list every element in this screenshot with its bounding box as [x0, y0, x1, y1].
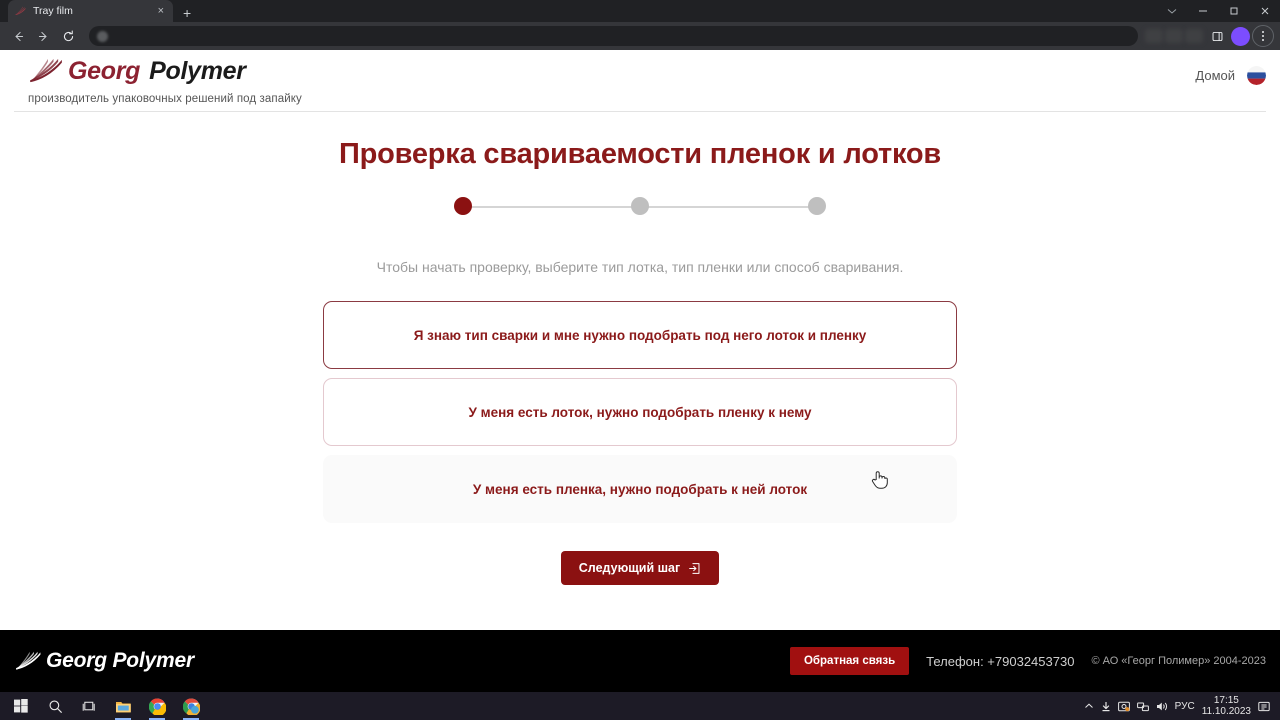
tray-download-icon[interactable]: [1101, 701, 1111, 712]
chrome-icon[interactable]: [140, 692, 174, 720]
tray-volume-icon[interactable]: [1156, 701, 1168, 712]
browser-toolbar: [0, 22, 1280, 50]
option-card-label: У меня есть лоток, нужно подобрать пленк…: [468, 404, 812, 420]
profile-avatar[interactable]: [1231, 26, 1250, 46]
feedback-button[interactable]: Обратная связь: [789, 647, 910, 675]
close-button[interactable]: [1249, 0, 1280, 22]
main-content: Проверка свариваемости пленок и лотков Ч…: [0, 112, 1280, 585]
nav-link-home[interactable]: Домой: [1195, 68, 1235, 83]
toolbar-right-actions: [1145, 24, 1274, 48]
minimize-button[interactable]: [1187, 0, 1218, 22]
forward-arrow-icon[interactable]: [31, 24, 55, 48]
tab-close-icon[interactable]: ×: [155, 5, 167, 18]
browser-tab-tray-film[interactable]: Tray film ×: [8, 0, 173, 22]
windows-taskbar: РУС 17:15 11.10.2023: [0, 692, 1280, 720]
brand-name-polymer: Polymer: [149, 57, 246, 85]
search-icon[interactable]: [38, 692, 72, 720]
footer-brand-name: Georg Polymer: [46, 649, 194, 672]
option-list: Я знаю тип сварки и мне нужно подобрать …: [323, 301, 957, 523]
next-step-button[interactable]: Следующий шаг: [560, 551, 720, 585]
option-card-weld-type[interactable]: Я знаю тип сварки и мне нужно подобрать …: [323, 301, 957, 369]
address-bar[interactable]: [89, 26, 1138, 46]
file-explorer-icon[interactable]: [106, 692, 140, 720]
tab-strip: Tray film × +: [0, 0, 1280, 22]
new-tab-button[interactable]: +: [183, 6, 191, 20]
extension-icon-ghost-3[interactable]: [1185, 29, 1203, 43]
tray-language-indicator[interactable]: РУС: [1175, 701, 1195, 712]
tray-notifications-icon[interactable]: [1258, 701, 1270, 712]
back-arrow-icon[interactable]: [6, 24, 30, 48]
browser-window: Tray film × + Georg Polymer производител…: [0, 0, 1280, 692]
next-step-area: Следующий шаг: [0, 551, 1280, 585]
stepper-dot-1[interactable]: [454, 197, 472, 215]
option-card-label: У меня есть пленка, нужно подобрать к не…: [472, 481, 808, 497]
georg-polymer-mark-icon: [28, 58, 66, 84]
three-dot-menu-icon[interactable]: [1252, 25, 1274, 47]
site-logo[interactable]: Georg Polymer: [28, 58, 1252, 84]
footer-logo[interactable]: Georg Polymer: [14, 649, 194, 673]
option-card-label: Я знаю тип сварки и мне нужно подобрать …: [413, 327, 867, 343]
stepper-dot-3[interactable]: [808, 197, 826, 215]
site-tagline: производитель упаковочных решений под за…: [28, 93, 302, 105]
arrow-into-box-icon: [688, 562, 701, 575]
tab-search-chevron-icon[interactable]: [1156, 0, 1187, 22]
chrome-canary-icon[interactable]: [174, 692, 208, 720]
site-info-lock-icon[interactable]: [97, 30, 108, 42]
sidebar-panel-icon[interactable]: [1205, 24, 1229, 48]
tray-date: 11.10.2023: [1201, 706, 1251, 717]
ru-flag-icon[interactable]: [1247, 66, 1266, 85]
georg-polymer-mark-icon-footer: [14, 651, 44, 671]
system-tray: РУС 17:15 11.10.2023: [1084, 695, 1276, 717]
site-header: Georg Polymer производитель упаковочных …: [14, 50, 1266, 112]
tray-chevron-up-icon[interactable]: [1084, 701, 1094, 711]
window-controls: [1156, 0, 1280, 22]
brand-name-georg: Georg: [68, 57, 141, 85]
task-view-icon[interactable]: [72, 692, 106, 720]
footer-phone[interactable]: Телефон: +79032453730: [926, 654, 1074, 669]
maximize-button[interactable]: [1218, 0, 1249, 22]
site-footer: Georg Polymer Обратная связь Телефон: +7…: [0, 630, 1280, 692]
tab-title: Tray film: [33, 5, 73, 17]
tray-time: 17:15: [1213, 695, 1239, 706]
page-viewport: Georg Polymer производитель упаковочных …: [0, 50, 1280, 692]
tray-network-icon[interactable]: [1136, 701, 1149, 712]
tab-favicon-icon: [14, 5, 27, 18]
footer-contacts: Обратная связь Телефон: +79032453730 © А…: [789, 647, 1266, 675]
reload-icon[interactable]: [56, 24, 80, 48]
footer-copyright: © АО «Георг Полимер» 2004-2023: [1091, 655, 1266, 667]
page-title: Проверка свариваемости пленок и лотков: [338, 138, 942, 170]
tray-onedrive-icon[interactable]: [1117, 701, 1130, 712]
next-step-label: Следующий шаг: [578, 561, 681, 575]
stepper-dot-2[interactable]: [631, 197, 649, 215]
tray-clock[interactable]: 17:15 11.10.2023: [1202, 695, 1251, 717]
extension-icon-ghost-2[interactable]: [1165, 29, 1183, 43]
page-subtitle: Чтобы начать проверку, выберите тип лотк…: [376, 259, 904, 275]
header-nav: Домой: [1195, 66, 1266, 85]
option-card-have-tray[interactable]: У меня есть лоток, нужно подобрать пленк…: [323, 378, 957, 446]
start-icon[interactable]: [4, 692, 38, 720]
progress-stepper: [454, 197, 826, 217]
option-card-have-film[interactable]: У меня есть пленка, нужно подобрать к не…: [323, 455, 957, 523]
extension-icon-ghost-1[interactable]: [1145, 29, 1163, 43]
